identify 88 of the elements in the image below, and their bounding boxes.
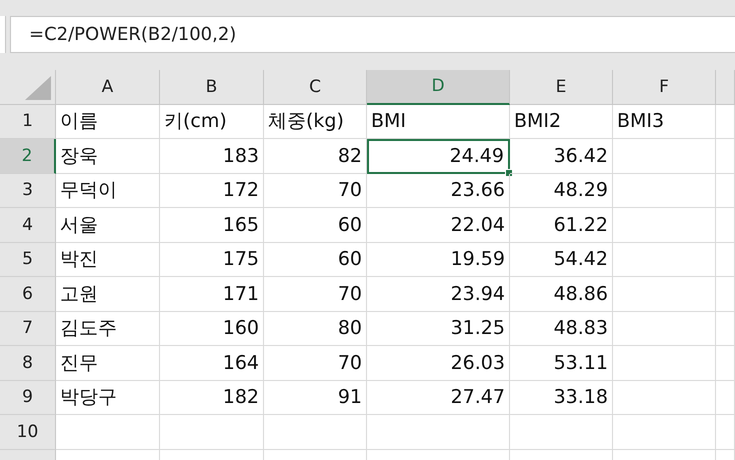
table-cell[interactable]: 91 bbox=[264, 380, 367, 415]
empty-cell[interactable] bbox=[613, 380, 716, 415]
row-header[interactable]: 4 bbox=[0, 208, 56, 242]
row-header[interactable]: 9 bbox=[0, 380, 56, 415]
table-cell[interactable]: 31.25 bbox=[367, 312, 510, 346]
table-cell[interactable]: 182 bbox=[160, 380, 264, 415]
table-cell[interactable]: 48.83 bbox=[510, 312, 613, 346]
table-cell[interactable]: 23.94 bbox=[367, 277, 510, 312]
table-cell[interactable]: 172 bbox=[160, 174, 264, 208]
empty-cell[interactable] bbox=[716, 242, 735, 277]
table-cell[interactable]: 체중(kg) bbox=[264, 104, 367, 139]
row-header[interactable]: 5 bbox=[0, 242, 56, 277]
table-cell[interactable]: BMI3 bbox=[613, 104, 716, 139]
table-cell[interactable]: 171 bbox=[160, 277, 264, 312]
row-header[interactable]: 1 bbox=[0, 104, 56, 139]
empty-cell[interactable] bbox=[613, 208, 716, 242]
row-header[interactable]: 7 bbox=[0, 312, 56, 346]
row-header[interactable]: 10 bbox=[0, 415, 56, 450]
row-header[interactable]: 6 bbox=[0, 277, 56, 312]
formula-text: =C2/POWER(B2/100,2) bbox=[29, 24, 236, 45]
table-cell[interactable]: 61.22 bbox=[510, 208, 613, 242]
empty-cell[interactable] bbox=[613, 174, 716, 208]
table-cell[interactable]: 48.86 bbox=[510, 277, 613, 312]
empty-cell[interactable] bbox=[613, 312, 716, 346]
table-cell[interactable]: 175 bbox=[160, 242, 264, 277]
table-cell[interactable]: 33.18 bbox=[510, 380, 613, 415]
column-header[interactable]: F bbox=[613, 70, 716, 104]
row-header[interactable]: 3 bbox=[0, 174, 56, 208]
column-header[interactable]: E bbox=[510, 70, 613, 104]
empty-cell[interactable] bbox=[716, 277, 735, 312]
table-cell[interactable]: 160 bbox=[160, 312, 264, 346]
table-cell[interactable]: 19.59 bbox=[367, 242, 510, 277]
table-cell[interactable]: 70 bbox=[264, 277, 367, 312]
table-cell[interactable]: 165 bbox=[160, 208, 264, 242]
table-cell[interactable]: 27.47 bbox=[367, 380, 510, 415]
table-cell[interactable]: 53.11 bbox=[510, 346, 613, 380]
table-cell[interactable]: 36.42 bbox=[510, 139, 613, 174]
row-header[interactable]: 2 bbox=[0, 139, 56, 174]
table-cell[interactable]: 164 bbox=[160, 346, 264, 380]
table-cell[interactable]: 70 bbox=[264, 174, 367, 208]
column-header[interactable]: D bbox=[367, 70, 510, 104]
column-header[interactable]: A bbox=[56, 70, 160, 104]
column-header[interactable]: B bbox=[160, 70, 264, 104]
empty-cell[interactable] bbox=[613, 346, 716, 380]
empty-cell[interactable] bbox=[716, 346, 735, 380]
empty-cell[interactable] bbox=[716, 415, 735, 450]
empty-cell[interactable] bbox=[367, 415, 510, 450]
table-cell[interactable]: 장욱 bbox=[56, 139, 160, 174]
empty-cell[interactable] bbox=[716, 139, 735, 174]
table-cell[interactable]: 서울 bbox=[56, 208, 160, 242]
table-cell[interactable]: 고원 bbox=[56, 277, 160, 312]
table-cell[interactable]: 김도주 bbox=[56, 312, 160, 346]
table-cell[interactable]: BMI2 bbox=[510, 104, 613, 139]
formula-field[interactable]: =C2/POWER(B2/100,2) bbox=[10, 16, 735, 53]
table-cell[interactable]: 23.66 bbox=[367, 174, 510, 208]
table-cell[interactable]: 60 bbox=[264, 242, 367, 277]
table-cell[interactable]: BMI bbox=[367, 104, 510, 139]
table-cell[interactable]: 박당구 bbox=[56, 380, 160, 415]
empty-cell[interactable] bbox=[613, 242, 716, 277]
table-cell[interactable]: 80 bbox=[264, 312, 367, 346]
table-cell[interactable]: 박진 bbox=[56, 242, 160, 277]
empty-cell[interactable] bbox=[510, 415, 613, 450]
empty-cell[interactable] bbox=[716, 208, 735, 242]
empty-cell[interactable] bbox=[716, 312, 735, 346]
table-cell[interactable]: 70 bbox=[264, 346, 367, 380]
table-cell[interactable]: 22.04 bbox=[367, 208, 510, 242]
empty-cell[interactable] bbox=[613, 277, 716, 312]
row-header[interactable]: 8 bbox=[0, 346, 56, 380]
table-cell[interactable]: 60 bbox=[264, 208, 367, 242]
empty-cell[interactable] bbox=[264, 415, 367, 450]
table-cell[interactable]: 82 bbox=[264, 139, 367, 174]
column-header[interactable]: C bbox=[264, 70, 367, 104]
empty-cell[interactable] bbox=[716, 380, 735, 415]
table-cell[interactable]: 183 bbox=[160, 139, 264, 174]
fill-handle[interactable] bbox=[505, 168, 513, 176]
table-cell[interactable]: 이름 bbox=[56, 104, 160, 139]
table-cell[interactable]: 키(cm) bbox=[160, 104, 264, 139]
table-cell[interactable]: 26.03 bbox=[367, 346, 510, 380]
empty-cell[interactable] bbox=[613, 139, 716, 174]
column-header[interactable] bbox=[716, 70, 735, 104]
empty-cell[interactable] bbox=[716, 174, 735, 208]
empty-cell[interactable] bbox=[160, 415, 264, 450]
table-cell[interactable]: 54.42 bbox=[510, 242, 613, 277]
table-cell[interactable]: 48.29 bbox=[510, 174, 613, 208]
select-all-icon[interactable] bbox=[25, 76, 51, 100]
empty-cell[interactable] bbox=[613, 415, 716, 450]
table-cell[interactable]: 무덕이 bbox=[56, 174, 160, 208]
table-cell[interactable]: 진무 bbox=[56, 346, 160, 380]
